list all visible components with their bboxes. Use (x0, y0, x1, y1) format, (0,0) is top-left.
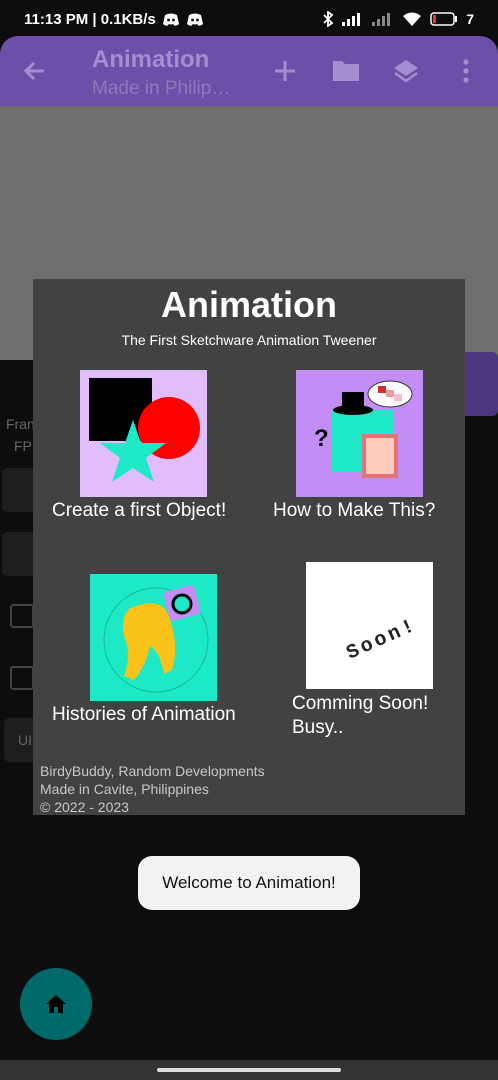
dialog-subtitle: The First Sketchware Animation Tweener (121, 332, 377, 348)
bluetooth-icon (323, 11, 334, 27)
add-icon[interactable] (272, 58, 298, 84)
wifi-icon (403, 12, 422, 26)
tile-coming-soon[interactable]: Soon! (306, 562, 433, 694)
checkbox-1[interactable] (10, 604, 34, 628)
checkbox-2[interactable] (10, 666, 34, 690)
tile-coming-soon-line1: Comming Soon! (292, 693, 429, 714)
tile-how-to[interactable]: ? (296, 370, 423, 502)
folder-icon[interactable] (332, 58, 360, 82)
signal-icon (342, 13, 361, 26)
frame-label: Fran (6, 416, 35, 432)
gesture-handle[interactable] (157, 1068, 341, 1072)
back-arrow-icon[interactable] (22, 58, 48, 84)
tile-histories[interactable] (90, 574, 217, 706)
shapes-image (80, 370, 207, 497)
footer-credits: BirdyBuddy, Random Developments (40, 763, 265, 779)
toast-message: Welcome to Animation! (162, 873, 336, 892)
battery-icon (430, 12, 458, 26)
layers-icon[interactable] (393, 58, 419, 84)
tile-histories-label: Histories of Animation (52, 704, 236, 725)
footer-copyright: © 2022 - 2023 (40, 799, 129, 815)
side-purple-button[interactable] (464, 352, 498, 416)
dialog-title: Animation (161, 284, 337, 325)
signal-icon-2 (372, 13, 391, 26)
status-right: 7 (322, 11, 474, 27)
ui-button-label: UI (18, 732, 32, 748)
welcome-toast: Welcome to Animation! (138, 856, 360, 910)
soon-image: Soon! (306, 562, 433, 689)
tile-coming-soon-label: Comming Soon! Busy.. (292, 692, 428, 740)
tile-create-object[interactable] (80, 370, 207, 502)
dialog-footer: BirdyBuddy, Random Developments Made in … (40, 762, 265, 816)
how-to-image: ? (296, 370, 423, 497)
more-vert-icon[interactable] (462, 58, 470, 84)
app-bar: Animation Made in Philip… (0, 36, 498, 106)
tile-create-object-label: Create a first Object! (52, 500, 227, 521)
home-icon (46, 995, 66, 1013)
tile-coming-soon-line2: Busy.. (292, 717, 344, 738)
tile-how-to-label: How to Make This? (273, 500, 436, 521)
status-bar: 11:13 PM | 0.1KB/s 7 (0, 0, 498, 38)
footer-location: Made in Cavite, Philippines (40, 781, 209, 797)
app-title: Animation (92, 46, 210, 73)
fps-label: FP (14, 438, 32, 454)
battery-level: 7 (466, 11, 474, 27)
status-time: 11:13 PM | 0.1KB/s (24, 11, 156, 28)
home-fab[interactable] (20, 968, 92, 1040)
status-left: 11:13 PM | 0.1KB/s (24, 11, 204, 28)
clock-figure-image (90, 574, 217, 701)
svg-text:?: ? (314, 425, 329, 452)
discord-icon-2 (186, 13, 203, 26)
discord-icon (162, 13, 179, 26)
app-subtitle: Made in Philip… (92, 78, 231, 99)
